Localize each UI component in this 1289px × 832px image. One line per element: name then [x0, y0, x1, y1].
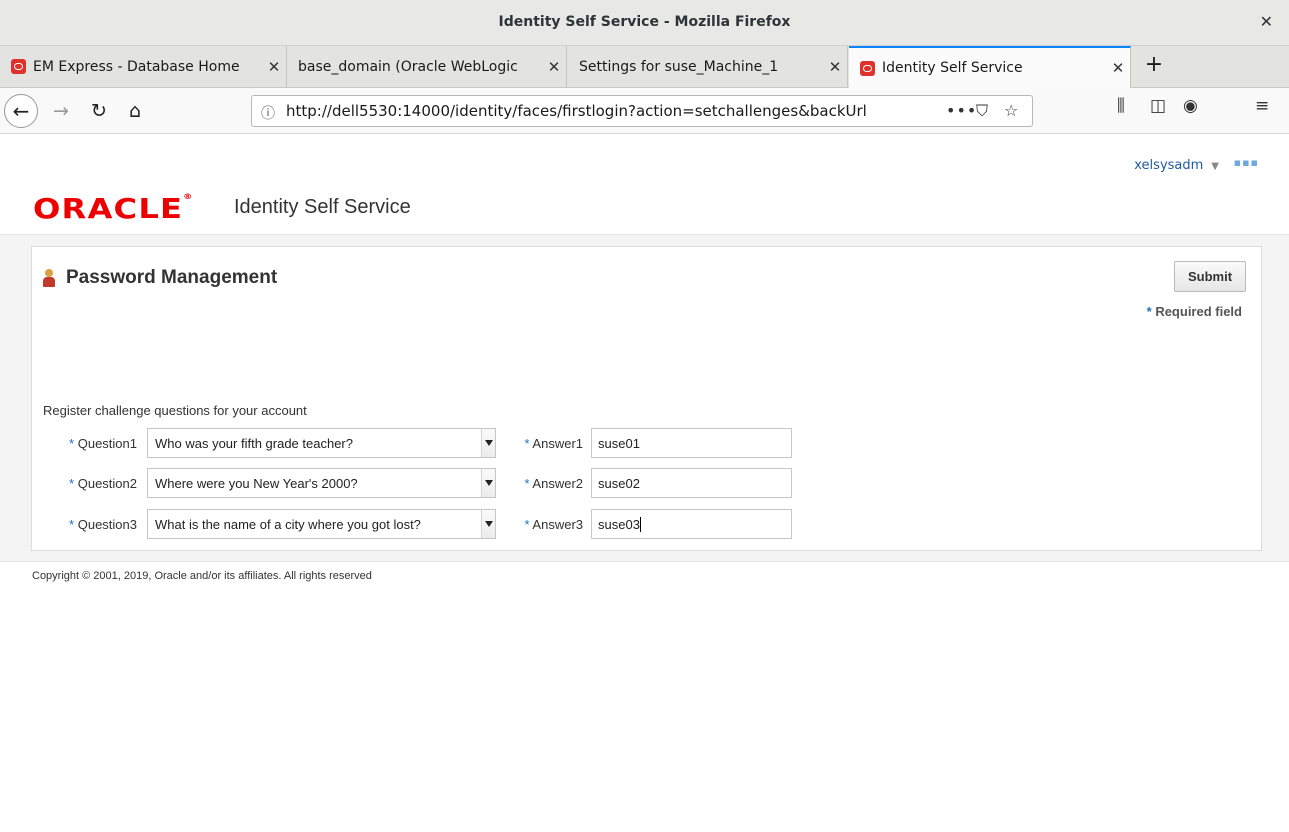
chevron-down-icon: ▼: [1211, 161, 1219, 172]
answer-label: * Answer1: [524, 436, 583, 451]
tab-identity-self-service[interactable]: Identity Self Service ✕: [849, 46, 1131, 88]
window-title: Identity Self Service - Mozilla Firefox: [498, 14, 791, 30]
copyright-footer: Copyright © 2001, 2019, Oracle and/or it…: [32, 570, 372, 582]
username: xelsysadm: [1134, 158, 1204, 173]
tab-base-domain[interactable]: base_domain (Oracle WebLogic ✕: [287, 46, 567, 87]
tab-label: Identity Self Service: [882, 60, 1023, 76]
oracle-logo: ORACLE®: [33, 192, 194, 225]
answer-input[interactable]: suse03: [591, 509, 792, 539]
oracle-favicon-icon: [860, 60, 875, 76]
tab-close-icon[interactable]: ✕: [542, 58, 566, 76]
tab-strip: EM Express - Database Home ✕ base_domain…: [0, 46, 1289, 88]
user-icon: [42, 269, 56, 287]
submit-button[interactable]: Submit: [1174, 261, 1246, 292]
nav-bar: ← → ↻ ⌂ ⓘ http://dell5530:14000/identity…: [0, 88, 1289, 134]
intro-text: Register challenge questions for your ac…: [43, 403, 307, 418]
oracle-favicon-icon: [11, 59, 26, 74]
answer-input[interactable]: suse01: [591, 428, 792, 458]
tab-em-express[interactable]: EM Express - Database Home ✕: [0, 46, 287, 87]
window-titlebar: Identity Self Service - Mozilla Firefox …: [0, 0, 1289, 46]
menu-icon[interactable]: ≡: [1255, 96, 1269, 116]
challenge-row-2: * Question2 Where were you New Year's 20…: [32, 468, 832, 498]
question-label: * Question3: [69, 517, 137, 532]
password-management-panel: Password Management Submit * Required fi…: [31, 246, 1262, 551]
challenge-row-1: * Question1 Who was your fifth grade tea…: [32, 428, 832, 458]
account-icon[interactable]: ◉: [1183, 96, 1198, 116]
answer-input[interactable]: suse02: [591, 468, 792, 498]
pocket-icon[interactable]: ⛉: [976, 101, 988, 121]
app-name: Identity Self Service: [234, 196, 411, 218]
reload-icon[interactable]: ↻: [84, 96, 114, 126]
dropdown-arrow-icon[interactable]: [481, 429, 495, 457]
bookmark-star-icon[interactable]: ☆: [1004, 101, 1018, 120]
question-select[interactable]: What is the name of a city where you got…: [147, 509, 496, 539]
tab-settings-suse[interactable]: Settings for suse_Machine_1 ✕: [567, 46, 848, 87]
dropdown-arrow-icon[interactable]: [481, 469, 495, 497]
tab-label: EM Express - Database Home: [33, 58, 240, 75]
window-close-icon[interactable]: ✕: [1260, 12, 1273, 31]
tab-close-icon[interactable]: ✕: [823, 58, 847, 76]
dropdown-arrow-icon[interactable]: [481, 510, 495, 538]
url-bar[interactable]: ⓘ http://dell5530:14000/identity/faces/f…: [251, 95, 1033, 127]
back-icon[interactable]: ←: [4, 94, 38, 128]
tab-close-icon[interactable]: ✕: [262, 58, 286, 76]
tab-label: base_domain (Oracle WebLogic: [298, 58, 518, 75]
sidebar-icon[interactable]: ◫: [1150, 96, 1166, 116]
required-field-note: * Required field: [1146, 304, 1242, 319]
question-select[interactable]: Who was your fifth grade teacher?: [147, 428, 496, 458]
challenge-row-3: * Question3 What is the name of a city w…: [32, 509, 832, 539]
tab-close-icon[interactable]: ✕: [1106, 59, 1130, 77]
page-content: xelsysadm ▼ ▪▪▪ ORACLE® Identity Self Ser…: [0, 134, 1289, 832]
new-tab-icon[interactable]: +: [1138, 50, 1170, 82]
answer-label: * Answer2: [524, 476, 583, 491]
question-select[interactable]: Where were you New Year's 2000?: [147, 468, 496, 498]
answer-label: * Answer3: [524, 517, 583, 532]
question-label: * Question1: [69, 436, 137, 451]
more-options-icon[interactable]: ▪▪▪: [1234, 156, 1259, 169]
user-menu[interactable]: xelsysadm ▼: [1134, 158, 1219, 173]
site-info-icon[interactable]: ⓘ: [261, 103, 275, 123]
library-icon[interactable]: ⫼: [1117, 96, 1125, 116]
tab-label: Settings for suse_Machine_1: [579, 58, 779, 75]
forward-icon[interactable]: →: [46, 96, 76, 126]
panel-title: Password Management: [42, 267, 277, 289]
text-cursor: [639, 517, 641, 532]
page-actions-icon[interactable]: •••: [946, 101, 977, 120]
url-text[interactable]: http://dell5530:14000/identity/faces/fir…: [286, 102, 932, 120]
home-icon[interactable]: ⌂: [120, 96, 150, 126]
question-label: * Question2: [69, 476, 137, 491]
